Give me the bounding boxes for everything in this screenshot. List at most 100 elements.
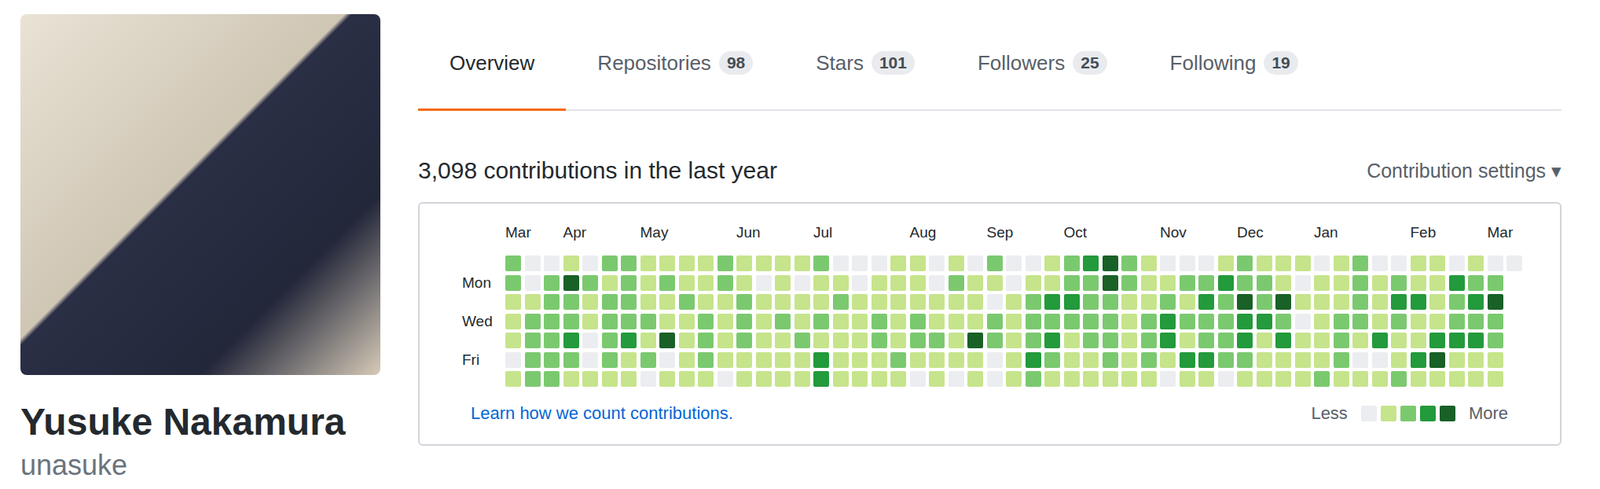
day-cell[interactable] xyxy=(1295,370,1311,387)
day-cell[interactable] xyxy=(1390,370,1407,387)
day-cell[interactable] xyxy=(736,370,753,387)
day-cell[interactable] xyxy=(948,352,965,368)
day-cell[interactable] xyxy=(1044,352,1061,368)
day-cell[interactable] xyxy=(1159,255,1176,272)
day-cell[interactable] xyxy=(813,332,830,349)
tab[interactable]: Overview xyxy=(418,31,566,111)
day-cell[interactable] xyxy=(524,370,541,387)
day-cell[interactable] xyxy=(1141,313,1157,330)
day-cell[interactable] xyxy=(524,313,541,330)
day-cell[interactable] xyxy=(1372,255,1388,272)
day-cell[interactable] xyxy=(505,275,522,291)
day-cell[interactable] xyxy=(1256,293,1273,310)
day-cell[interactable] xyxy=(755,293,772,310)
day-cell[interactable] xyxy=(1333,275,1350,291)
day-cell[interactable] xyxy=(1429,352,1446,368)
day-cell[interactable] xyxy=(967,313,984,330)
day-cell[interactable] xyxy=(1256,255,1273,272)
day-cell[interactable] xyxy=(1487,370,1504,387)
day-cell[interactable] xyxy=(1313,332,1330,349)
day-cell[interactable] xyxy=(1256,275,1273,291)
day-cell[interactable] xyxy=(833,313,849,330)
day-cell[interactable] xyxy=(1141,332,1157,349)
day-cell[interactable] xyxy=(1487,255,1504,272)
day-cell[interactable] xyxy=(1102,352,1119,368)
day-cell[interactable] xyxy=(697,332,714,349)
day-cell[interactable] xyxy=(813,352,830,368)
day-cell[interactable] xyxy=(1449,293,1465,310)
day-cell[interactable] xyxy=(871,313,888,330)
day-cell[interactable] xyxy=(1025,293,1042,310)
day-cell[interactable] xyxy=(1218,370,1234,387)
day-cell[interactable] xyxy=(678,370,695,387)
day-cell[interactable] xyxy=(1275,275,1292,291)
day-cell[interactable] xyxy=(1449,352,1465,368)
day-cell[interactable] xyxy=(1295,313,1311,330)
day-cell[interactable] xyxy=(524,332,541,349)
day-cell[interactable] xyxy=(582,293,599,310)
day-cell[interactable] xyxy=(755,352,772,368)
day-cell[interactable] xyxy=(1005,313,1022,330)
day-cell[interactable] xyxy=(717,313,734,330)
day-cell[interactable] xyxy=(1390,275,1407,291)
day-cell[interactable] xyxy=(910,275,926,291)
day-cell[interactable] xyxy=(1159,352,1176,368)
day-cell[interactable] xyxy=(1410,332,1427,349)
day-cell[interactable] xyxy=(1295,352,1311,368)
day-cell[interactable] xyxy=(543,293,560,310)
day-cell[interactable] xyxy=(833,275,849,291)
day-cell[interactable] xyxy=(1082,332,1099,349)
day-cell[interactable] xyxy=(987,352,1003,368)
day-cell[interactable] xyxy=(1102,293,1119,310)
day-cell[interactable] xyxy=(505,332,522,349)
day-cell[interactable] xyxy=(1449,255,1465,272)
day-cell[interactable] xyxy=(1275,255,1292,272)
day-cell[interactable] xyxy=(871,275,888,291)
day-cell[interactable] xyxy=(1467,332,1484,349)
day-cell[interactable] xyxy=(1198,352,1215,368)
day-cell[interactable] xyxy=(736,293,753,310)
day-cell[interactable] xyxy=(1256,332,1273,349)
day-cell[interactable] xyxy=(794,275,811,291)
day-cell[interactable] xyxy=(1295,293,1311,310)
day-cell[interactable] xyxy=(774,370,791,387)
day-cell[interactable] xyxy=(1390,293,1407,310)
day-cell[interactable] xyxy=(967,332,984,349)
day-cell[interactable] xyxy=(833,332,849,349)
day-cell[interactable] xyxy=(833,370,849,387)
day-cell[interactable] xyxy=(1064,332,1080,349)
day-cell[interactable] xyxy=(1121,332,1138,349)
day-cell[interactable] xyxy=(1429,370,1446,387)
day-cell[interactable] xyxy=(1102,370,1119,387)
day-cell[interactable] xyxy=(1487,293,1504,310)
day-cell[interactable] xyxy=(601,275,618,291)
day-cell[interactable] xyxy=(659,275,676,291)
day-cell[interactable] xyxy=(659,255,676,272)
day-cell[interactable] xyxy=(794,332,811,349)
day-cell[interactable] xyxy=(1159,275,1176,291)
day-cell[interactable] xyxy=(717,275,734,291)
day-cell[interactable] xyxy=(1005,352,1022,368)
day-cell[interactable] xyxy=(1064,255,1080,272)
day-cell[interactable] xyxy=(601,352,618,368)
day-cell[interactable] xyxy=(928,275,945,291)
day-cell[interactable] xyxy=(1044,293,1061,310)
day-cell[interactable] xyxy=(620,293,637,310)
day-cell[interactable] xyxy=(1275,332,1292,349)
day-cell[interactable] xyxy=(1044,275,1061,291)
day-cell[interactable] xyxy=(1102,275,1119,291)
day-cell[interactable] xyxy=(1141,293,1157,310)
day-cell[interactable] xyxy=(601,332,618,349)
day-cell[interactable] xyxy=(948,275,965,291)
day-cell[interactable] xyxy=(1025,255,1042,272)
day-cell[interactable] xyxy=(1467,313,1484,330)
day-cell[interactable] xyxy=(717,370,734,387)
day-cell[interactable] xyxy=(659,293,676,310)
day-cell[interactable] xyxy=(1256,352,1273,368)
day-cell[interactable] xyxy=(928,352,945,368)
day-cell[interactable] xyxy=(601,293,618,310)
day-cell[interactable] xyxy=(678,255,695,272)
day-cell[interactable] xyxy=(524,275,541,291)
day-cell[interactable] xyxy=(543,370,560,387)
day-cell[interactable] xyxy=(813,370,830,387)
